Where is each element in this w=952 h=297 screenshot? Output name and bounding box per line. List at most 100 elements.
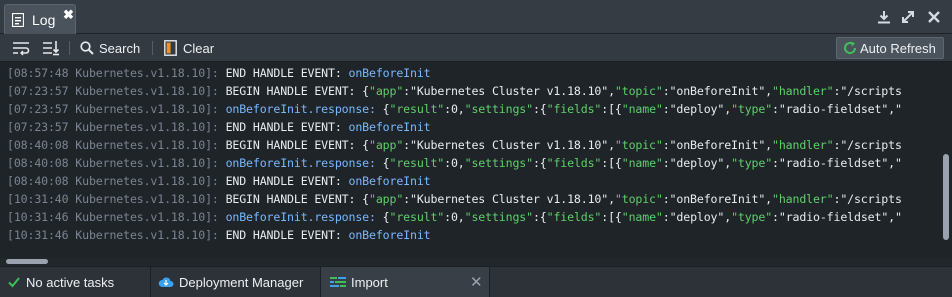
log-text: "settings" (464, 156, 533, 170)
log-text: END HANDLE EVENT: (225, 66, 349, 80)
deployment-manager-tab[interactable]: Deployment Manager (158, 267, 303, 297)
log-text: "fields" (546, 210, 602, 224)
log-line: [10:31:46 Kubernetes.v1.18.10]: END HAND… (7, 226, 431, 244)
log-text: onBeforeInit.response: (225, 156, 383, 170)
log-text: "settings" (464, 210, 533, 224)
log-text: "type" (731, 102, 773, 116)
vertical-scroll-thumb[interactable] (943, 154, 949, 240)
log-timestamp: [10:31:46 Kubernetes.v1.18.10]: (7, 228, 226, 242)
import-label: Import (351, 274, 388, 290)
log-text: :[{ (601, 210, 622, 224)
toolbar-divider (69, 41, 70, 55)
log-text: "name" (621, 210, 663, 224)
clear-icon (164, 40, 177, 56)
log-timestamp: [10:31:46 Kubernetes.v1.18.10]: (7, 210, 226, 224)
auto-refresh-label: Auto Refresh (860, 40, 936, 56)
search-button[interactable]: Search (80, 34, 140, 62)
search-label: Search (99, 40, 141, 56)
log-text: BEGIN HANDLE EVENT: (225, 84, 363, 98)
tab-log[interactable]: Log ✖ (4, 4, 76, 34)
close-icon[interactable] (926, 9, 942, 25)
status-divider (320, 267, 321, 297)
log-line: [07:23:57 Kubernetes.v1.18.10]: onBefore… (7, 100, 902, 118)
log-text: onBeforeInit (348, 228, 431, 242)
log-line: [08:40:08 Kubernetes.v1.18.10]: END HAND… (7, 172, 431, 190)
log-text: :{ (532, 210, 547, 224)
log-text: "app" (369, 84, 404, 98)
import-tab[interactable]: Import (330, 267, 388, 297)
log-text: onBeforeInit (348, 174, 431, 188)
log-text: "fields" (546, 156, 602, 170)
log-text: "type" (731, 156, 773, 170)
log-text: "app" (369, 192, 404, 206)
log-text: :0, (444, 210, 465, 224)
log-text: :0, (444, 102, 465, 116)
log-timestamp: [08:40:08 Kubernetes.v1.18.10]: (7, 138, 226, 152)
log-text: :[{ (601, 156, 622, 170)
log-text: { (362, 138, 370, 152)
horizontal-scroll-thumb[interactable] (6, 259, 48, 264)
log-text: "handler" (772, 138, 834, 152)
log-timestamp: [07:23:57 Kubernetes.v1.18.10]: (7, 84, 226, 98)
log-text: "result" (389, 102, 445, 116)
log-text: { (382, 210, 390, 224)
log-text: END HANDLE EVENT: (225, 120, 349, 134)
log-text: { (382, 102, 390, 116)
log-text: "type" (731, 210, 773, 224)
vertical-scrollbar[interactable] (940, 62, 952, 258)
log-text: END HANDLE EVENT: (225, 174, 349, 188)
check-icon (8, 277, 20, 288)
log-text: { (362, 84, 370, 98)
status-bar: No active tasks Deployment Manager Impor… (0, 266, 952, 297)
log-text: :"Kubernetes Cluster v1.18.10", (403, 192, 615, 206)
log-text: onBeforeInit (348, 120, 431, 134)
log-text: :"Kubernetes Cluster v1.18.10", (403, 84, 615, 98)
log-text: :"radio-fieldset"," (772, 210, 902, 224)
log-text: :"Kubernetes Cluster v1.18.10", (403, 138, 615, 152)
log-text: onBeforeInit (348, 66, 431, 80)
import-icon (330, 277, 346, 287)
log-text: :"/scripts (833, 192, 902, 206)
log-timestamp: [07:23:57 Kubernetes.v1.18.10]: (7, 102, 226, 116)
log-text: :"/scripts (833, 138, 902, 152)
scroll-bottom-icon[interactable] (42, 34, 60, 62)
log-icon (12, 13, 24, 27)
log-timestamp: [10:31:40 Kubernetes.v1.18.10]: (7, 192, 226, 206)
log-text: "app" (369, 138, 404, 152)
log-text: :"radio-fieldset"," (772, 102, 902, 116)
log-text: "result" (389, 210, 445, 224)
log-text: :0, (444, 156, 465, 170)
tab-label: Log (32, 12, 56, 28)
download-icon[interactable] (876, 9, 892, 25)
tasks-label: No active tasks (26, 274, 115, 290)
log-text: "handler" (772, 84, 834, 98)
log-text: "topic" (614, 192, 663, 206)
status-divider (489, 267, 490, 297)
log-text: onBeforeInit.response: (225, 102, 383, 116)
log-output[interactable]: [08:57:48 Kubernetes.v1.18.10]: END HAND… (0, 62, 940, 258)
refresh-icon (844, 41, 857, 54)
log-toolbar: Search Clear Auto Refresh (0, 34, 952, 62)
log-text: :{ (532, 102, 547, 116)
deployment-manager-label: Deployment Manager (179, 274, 304, 290)
log-text: "name" (621, 102, 663, 116)
tasks-status[interactable]: No active tasks (8, 267, 114, 297)
log-text: :"onBeforeInit", (662, 84, 772, 98)
log-text: { (382, 156, 390, 170)
log-text: END HANDLE EVENT: (225, 228, 349, 242)
clear-button[interactable]: Clear (164, 34, 214, 62)
log-text: :"onBeforeInit", (662, 192, 772, 206)
log-line: [08:40:08 Kubernetes.v1.18.10]: onBefore… (7, 154, 902, 172)
import-close-icon[interactable]: ✕ (470, 267, 483, 297)
auto-refresh-button[interactable]: Auto Refresh (836, 37, 944, 59)
status-divider (150, 267, 151, 297)
wrap-lines-icon[interactable] (12, 34, 30, 62)
horizontal-scrollbar[interactable] (0, 258, 952, 266)
log-line: [10:31:40 Kubernetes.v1.18.10]: BEGIN HA… (7, 190, 902, 208)
log-text: :"onBeforeInit", (662, 138, 772, 152)
log-text: "fields" (546, 102, 602, 116)
log-text: "settings" (464, 102, 533, 116)
expand-icon[interactable] (900, 9, 916, 25)
tab-close-icon[interactable]: ✖ (63, 7, 74, 23)
log-text: "topic" (614, 84, 663, 98)
